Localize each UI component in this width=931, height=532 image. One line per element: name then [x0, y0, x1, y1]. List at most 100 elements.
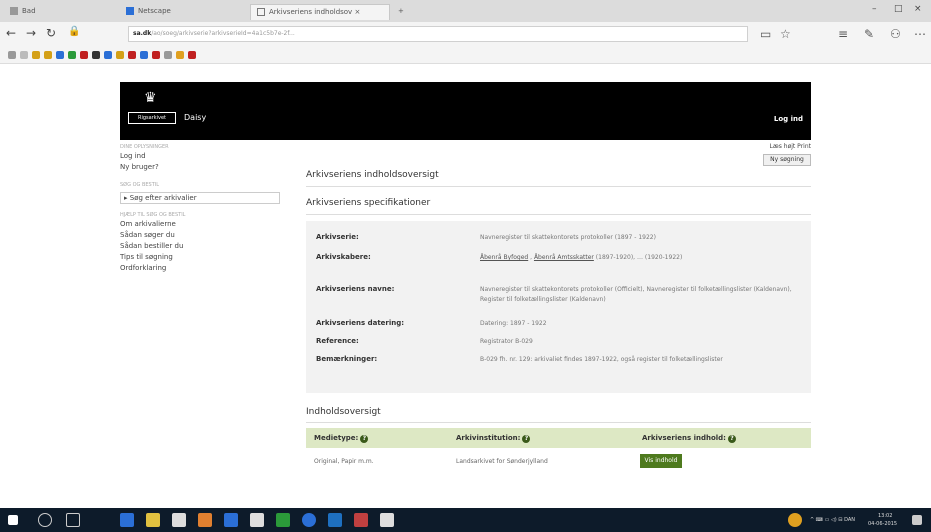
favorite-icon[interactable] [32, 51, 40, 59]
spec-value: Åbenrå Byfoged , Åbenrå Amtsskatter (189… [480, 254, 683, 261]
spec-value: Registrator B-029 [480, 338, 533, 345]
app-icon[interactable] [354, 513, 368, 527]
sidebar-item-new-user[interactable]: Ny bruger? [120, 163, 280, 174]
favorites-bar [0, 46, 931, 64]
help-icon[interactable]: ? [727, 435, 736, 443]
clock-time[interactable]: 13:02 [878, 513, 892, 519]
lock-icon: 🔒 [68, 26, 81, 37]
tab-label: Bad [22, 7, 36, 15]
notification-icon[interactable] [912, 515, 922, 525]
forward-icon[interactable]: → [26, 26, 36, 40]
share-icon[interactable]: ⚇ [890, 27, 901, 41]
sidebar-item-glossary[interactable]: Ordforklaring [120, 264, 280, 275]
bookmark-icon [126, 7, 134, 15]
more-icon[interactable]: ⋯ [914, 27, 926, 41]
site-header: ♛ Rigsarkivet Daisy Log ind [120, 82, 811, 140]
favorite-icon[interactable] [80, 51, 88, 59]
page-title: Arkivseriens indholdsoversigt [306, 170, 439, 180]
new-tab-button[interactable]: + [392, 4, 408, 20]
refresh-icon[interactable]: ↻ [46, 26, 56, 40]
read-print-links[interactable]: Læs højt Print [770, 143, 811, 150]
note-icon[interactable]: ✎ [864, 27, 874, 41]
clock-date[interactable]: 04-06-2015 [868, 521, 897, 527]
favorite-icon[interactable] [56, 51, 64, 59]
folder-icon[interactable] [146, 513, 160, 527]
spec-heading: Arkivseriens specifikationer [306, 198, 431, 208]
maximize-icon[interactable]: □ [894, 4, 903, 14]
spec-label: Bemærkninger: [316, 355, 378, 363]
app-icon[interactable] [380, 513, 394, 527]
minimize-icon[interactable]: – [872, 4, 877, 14]
browser-tab-active[interactable]: Arkivseriens indholdsov × [250, 4, 390, 20]
sidebar-item-how-search[interactable]: Sådan søger du [120, 231, 280, 242]
favorite-icon[interactable] [44, 51, 52, 59]
search-archives-button[interactable]: ▸ Søg efter arkivalier [120, 192, 280, 204]
help-icon[interactable]: ? [522, 435, 531, 443]
browser-tab-1[interactable]: Bad [4, 4, 104, 20]
hub-icon[interactable]: ≡ [838, 27, 848, 41]
sidebar-item-tips[interactable]: Tips til søgning [120, 253, 280, 264]
favorite-icon[interactable] [92, 51, 100, 59]
store-icon[interactable] [172, 513, 186, 527]
back-icon[interactable]: ← [6, 26, 16, 40]
favorite-icon[interactable] [20, 51, 28, 59]
content-heading: Indholdsoversigt [306, 407, 381, 417]
brand-logo[interactable]: Rigsarkivet [128, 112, 176, 124]
address-bar-row: ← → ↻ 🔒 sa.dk/ao/soeg/arkivserie?arkivse… [0, 22, 931, 46]
page-icon [10, 7, 18, 15]
browser-tab-2[interactable]: Netscape [120, 4, 220, 20]
outlook-icon[interactable] [328, 513, 342, 527]
new-search-button[interactable]: Ny søgning [763, 154, 811, 166]
url-field[interactable]: sa.dk/ao/soeg/arkivserie?arkivserieId=4a… [128, 26, 748, 42]
login-link[interactable]: Log ind [774, 115, 803, 123]
app-icon[interactable] [250, 513, 264, 527]
crown-icon: ♛ [144, 90, 157, 106]
sidebar-item-about[interactable]: Om arkivalierne [120, 220, 280, 231]
favorite-icon[interactable] [104, 51, 112, 59]
spec-label: Reference: [316, 337, 359, 345]
task-view-icon[interactable] [66, 513, 80, 527]
favorite-icon[interactable] [176, 51, 184, 59]
word-icon[interactable] [224, 513, 238, 527]
favorite-star-icon[interactable]: ☆ [780, 27, 791, 41]
favorite-icon[interactable] [140, 51, 148, 59]
creator-link[interactable]: Åbenrå Byfoged [480, 254, 528, 261]
favorite-icon[interactable] [68, 51, 76, 59]
paint-icon[interactable] [198, 513, 212, 527]
sidebar-item-how-order[interactable]: Sådan bestiller du [120, 242, 280, 253]
spec-label: Arkivseriens datering: [316, 319, 405, 327]
excel-icon[interactable] [276, 513, 290, 527]
app-name: Daisy [184, 113, 207, 122]
sidebar-item-login[interactable]: Log ind [120, 152, 280, 163]
tray-icon[interactable] [788, 513, 802, 527]
divider [306, 186, 811, 187]
tray-icons[interactable]: ^ ⌨ ▭ ◁) ⊟ DAN [810, 517, 855, 523]
show-content-button[interactable]: Vis indhold [640, 454, 682, 468]
spec-value: Navneregister til skattekontorets protok… [480, 286, 792, 303]
sidebar-heading: Hjælp til søg og bestil [120, 212, 186, 218]
favorite-icon[interactable] [188, 51, 196, 59]
column-header-label: Medietype: [314, 434, 359, 442]
column-header: Arkivseriens indhold:? [642, 434, 736, 443]
search-icon[interactable] [38, 513, 52, 527]
start-icon[interactable] [8, 515, 18, 525]
windows-taskbar: ^ ⌨ ▭ ◁) ⊟ DAN 13:02 04-06-2015 [0, 508, 931, 532]
content-table-header: Medietype:? Arkivinstitution:? Arkivseri… [306, 428, 811, 448]
favorite-icon[interactable] [152, 51, 160, 59]
favorite-icon[interactable] [128, 51, 136, 59]
creator-dates: (1897-1920), … (1920-1922) [595, 254, 683, 261]
column-header-label: Arkivseriens indhold: [642, 434, 726, 442]
close-tab-icon[interactable]: × [354, 8, 360, 16]
spec-label: Arkivseriens navne: [316, 285, 395, 293]
edge-icon[interactable] [120, 513, 134, 527]
help-icon[interactable]: ? [360, 435, 369, 443]
close-icon[interactable]: × [914, 4, 922, 14]
favorite-icon[interactable] [8, 51, 16, 59]
sidebar-heading: Dine oplysninger [120, 144, 169, 150]
url-path: /ao/soeg/arkivserie?arkivserieId=4a1c5b7… [151, 30, 295, 37]
app-icon[interactable] [302, 513, 316, 527]
creator-link[interactable]: Åbenrå Amtsskatter [534, 254, 594, 261]
favorite-icon[interactable] [164, 51, 172, 59]
reading-view-icon[interactable]: ▭ [760, 27, 771, 41]
favorite-icon[interactable] [116, 51, 124, 59]
